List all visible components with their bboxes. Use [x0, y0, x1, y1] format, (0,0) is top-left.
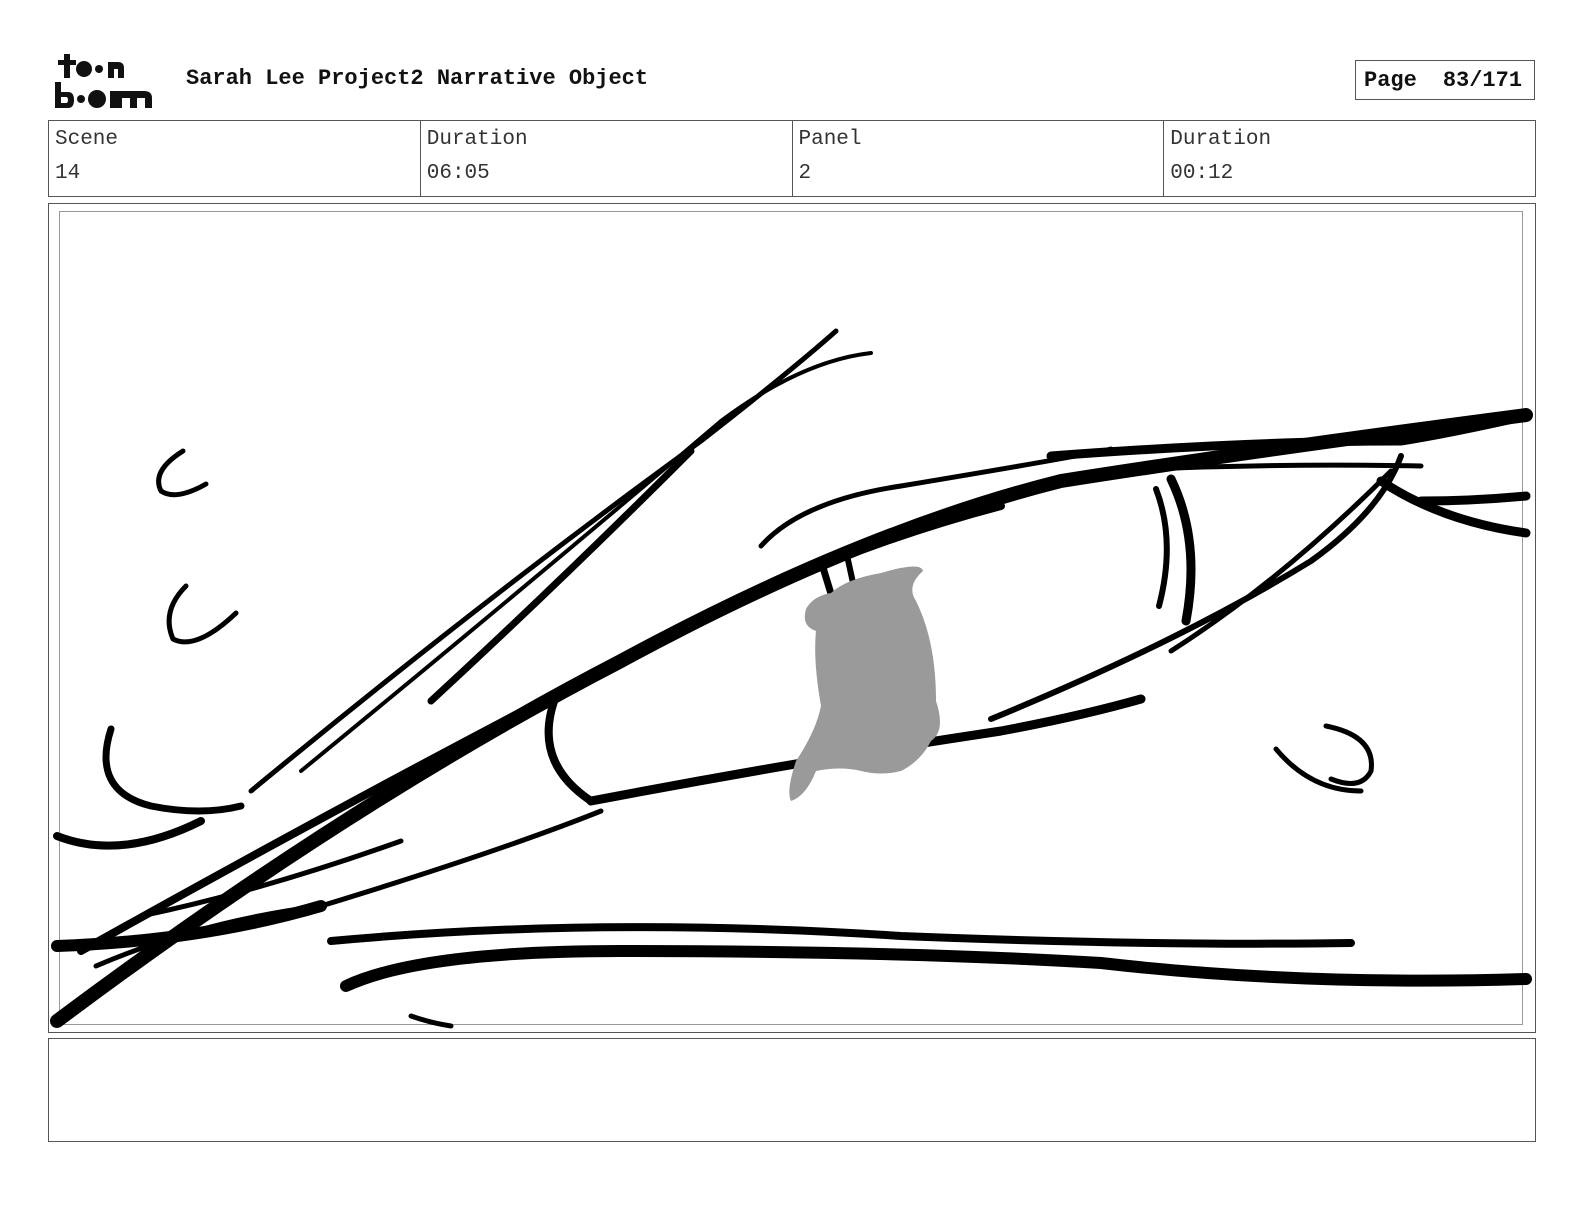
- corner-stroke-2: [1416, 491, 1531, 506]
- panel-label: Panel: [798, 128, 862, 151]
- lower-stroke: [327, 923, 1355, 948]
- eye-inner-right-2: [1153, 486, 1170, 609]
- corner-stroke: [1376, 476, 1531, 538]
- storyboard-panel: [48, 203, 1536, 1033]
- scene-duration-cell: Duration 06:05: [421, 121, 793, 196]
- eye-corner-left: [544, 692, 595, 805]
- scene-cell: Scene 14: [49, 121, 421, 196]
- sketch-stroke: [299, 351, 873, 773]
- lower-stroke: [340, 945, 1532, 992]
- page-label: Page: [1364, 67, 1417, 93]
- curl-c: [156, 448, 209, 498]
- panel-cell: Panel 2: [793, 121, 1165, 196]
- curl-stroke: [53, 817, 205, 850]
- panel-value: 2: [798, 162, 812, 185]
- scene-value: 14: [55, 162, 81, 185]
- eyelid-lower-right: [988, 453, 1404, 722]
- panel-duration-value: 00:12: [1170, 162, 1234, 185]
- curl-stroke: [102, 725, 245, 815]
- page-number: 83/171: [1442, 67, 1523, 93]
- panel-duration-cell: Duration 00:12: [1164, 121, 1535, 196]
- lower-stroke: [408, 1013, 454, 1029]
- eye-inner-right: [1166, 474, 1196, 626]
- scene-info-table: Scene 14 Duration 06:05 Panel 2 Duration…: [48, 120, 1536, 197]
- lower-stroke: [138, 838, 404, 919]
- scene-duration-value: 06:05: [426, 162, 490, 185]
- scene-label: Scene: [55, 128, 119, 151]
- project-title: Sarah Lee Project2 Narrative Object: [186, 66, 649, 91]
- curl-c: [166, 583, 239, 645]
- page-indicator: Page 83/171: [1355, 60, 1535, 100]
- silhouette-figure: [789, 566, 940, 801]
- swirl-stroke: [1323, 723, 1374, 786]
- toonboom-logo: [55, 54, 152, 108]
- brow-stroke: [758, 446, 1114, 549]
- panel-duration-label: Duration: [1170, 128, 1272, 151]
- scene-duration-label: Duration: [426, 128, 528, 151]
- sketch-stroke: [427, 447, 695, 705]
- panel-notes-box[interactable]: [48, 1038, 1536, 1142]
- panel-drawing: [50, 328, 1533, 1029]
